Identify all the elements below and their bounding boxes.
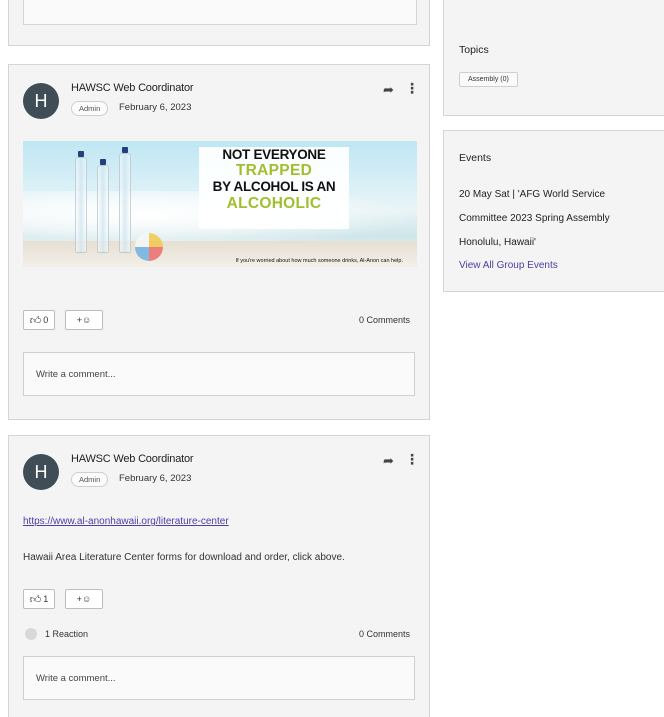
event-line-3[interactable]: Honolulu, Hawaii': [459, 237, 536, 248]
bottle-cap: [122, 147, 128, 153]
share-icon[interactable]: ➦: [383, 454, 394, 467]
bottle-graphic: [119, 153, 131, 253]
add-reaction-label: +☺: [76, 594, 92, 604]
banner-headline: NOT EVERYONE TRAPPED BY ALCOHOL IS AN AL…: [199, 147, 349, 229]
comment-placeholder: Write a comment...: [36, 672, 116, 684]
reactions-count[interactable]: 1 Reaction: [45, 629, 88, 639]
avatar-letter: H: [34, 461, 48, 482]
banner-line-3: BY ALCOHOL IS AN: [212, 179, 336, 195]
bottle-cap: [78, 151, 84, 157]
previous-post-card: [8, 0, 430, 46]
banner-line-4: ALCOHOLIC: [226, 194, 322, 212]
bottle-graphic: [75, 157, 87, 253]
view-all-events-link[interactable]: View All Group Events: [459, 260, 558, 271]
add-reaction-button[interactable]: +☺: [65, 310, 103, 330]
like-button[interactable]: 👍︎ 0: [23, 310, 55, 330]
event-line-1[interactable]: 20 May Sat | 'AFG World Service: [459, 189, 605, 200]
comments-count[interactable]: 0 Comments: [359, 629, 410, 639]
avatar[interactable]: H: [23, 83, 59, 119]
event-line-2[interactable]: Committee 2023 Spring Assembly: [459, 213, 610, 224]
post-date: February 6, 2023: [119, 102, 192, 113]
topics-title: Topics: [459, 44, 489, 56]
post-date: February 6, 2023: [119, 473, 192, 484]
like-count: 1: [43, 594, 49, 604]
literature-center-link[interactable]: https://www.al-anonhawaii.org/literature…: [23, 516, 229, 527]
thumbs-up-icon: 👍︎: [29, 593, 42, 606]
avatar[interactable]: H: [23, 454, 59, 490]
avatar-letter: H: [34, 90, 48, 111]
topic-chip-assembly[interactable]: Assembly (0): [459, 72, 518, 87]
bottle-graphic: [97, 165, 109, 253]
post-banner-image: NOT EVERYONE TRAPPED BY ALCOHOL IS AN AL…: [23, 141, 417, 267]
like-button[interactable]: 👍︎ 1: [23, 589, 55, 609]
more-options-icon[interactable]: ⋮: [405, 452, 419, 466]
banner-caption: If you're worried about how much someone…: [235, 258, 403, 264]
beach-ball-graphic: [135, 233, 163, 261]
previous-comment-box[interactable]: [23, 0, 417, 25]
post-body-text: Hawaii Area Literature Center forms for …: [23, 552, 345, 563]
role-badge: Admin: [71, 472, 109, 487]
bottle-cap: [100, 159, 106, 165]
comments-count[interactable]: 0 Comments: [359, 315, 410, 325]
author-name[interactable]: HAWSC Web Coordinator: [71, 453, 194, 465]
events-card: Events 20 May Sat | 'AFG World Service C…: [443, 130, 664, 292]
post-card: H HAWSC Web Coordinator Admin February 6…: [8, 64, 430, 420]
add-reaction-button[interactable]: +☺: [65, 589, 103, 609]
comment-input[interactable]: Write a comment...: [23, 352, 415, 396]
post-card: H HAWSC Web Coordinator Admin February 6…: [8, 435, 430, 717]
author-name[interactable]: HAWSC Web Coordinator: [71, 82, 194, 94]
banner-line-2: TRAPPED: [235, 162, 313, 180]
reaction-avatar-icon: [25, 628, 37, 640]
events-title: Events: [459, 152, 492, 164]
comment-placeholder: Write a comment...: [36, 368, 116, 380]
role-badge: Admin: [71, 101, 109, 116]
thumbs-up-icon: 👍︎: [29, 314, 42, 327]
comment-input[interactable]: Write a comment...: [23, 656, 415, 700]
add-reaction-label: +☺: [76, 315, 92, 325]
banner-line-1: NOT EVERYONE: [222, 147, 326, 162]
share-icon[interactable]: ➦: [383, 83, 394, 96]
like-count: 0: [43, 315, 49, 325]
topics-card: Topics Assembly (0): [443, 0, 664, 116]
more-options-icon[interactable]: ⋮: [405, 81, 419, 95]
